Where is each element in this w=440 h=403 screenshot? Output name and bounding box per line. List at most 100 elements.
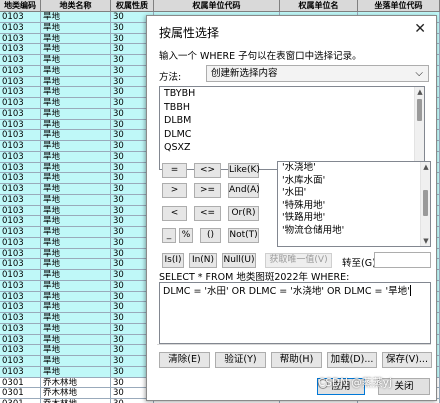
scroll-up-icon[interactable]: ▲	[421, 162, 430, 172]
or-button[interactable]: Or(R)	[228, 206, 259, 221]
scroll-up-icon[interactable]: ▲	[415, 87, 424, 97]
field-list[interactable]: TBYBHTBBHDLBMDLMCQSXZ ▲ ▼	[159, 86, 425, 170]
not-button[interactable]: Not(T)	[228, 228, 259, 243]
field-list-scrollbar[interactable]: ▲ ▼	[414, 87, 424, 169]
unique-value-item[interactable]: '物流仓储用地'	[278, 225, 430, 238]
operator-equals-button[interactable]: =	[162, 163, 187, 178]
in-button[interactable]: In(N)	[189, 253, 217, 268]
null-button[interactable]: Null(U)	[222, 253, 256, 268]
field-list-item[interactable]: TBBH	[160, 101, 424, 115]
column-header-qsdwdm[interactable]: 权属单位代码	[154, 0, 280, 12]
method-select-value: 创建新选择内容	[211, 68, 278, 79]
dlbm-cell: 0103	[0, 87, 41, 97]
column-header-dlbm[interactable]: 地类编码	[0, 0, 41, 12]
column-header-dlmc[interactable]: 地类名称	[41, 0, 111, 12]
dlbm-cell: 0103	[0, 151, 41, 162]
dlbm-cell: 0103	[0, 55, 41, 65]
unique-values-list[interactable]: '水浇地' '水库水面' '水田' '特殊用地' '铁路用地' '物流仓储用地' ▲ ▼	[277, 161, 431, 247]
underscore-button[interactable]: _	[162, 228, 176, 243]
unique-value-item[interactable]: '水浇地'	[278, 162, 430, 175]
operator-greater-button[interactable]: >	[162, 183, 187, 198]
like-button[interactable]: Like(K)	[228, 163, 260, 178]
dlmc-cell: 乔木林地	[41, 399, 111, 403]
dlbm-cell: 0103	[0, 12, 41, 22]
unique-value-item[interactable]: '水库水面'	[278, 175, 430, 188]
dlbm-cell: 0103	[0, 65, 41, 76]
values-list-scrollbar[interactable]: ▲ ▼	[420, 162, 430, 246]
dlmc-cell: 旱地	[41, 205, 111, 216]
dlmc-cell: 旱地	[41, 259, 111, 269]
parentheses-button[interactable]: ()	[200, 228, 221, 243]
dlbm-cell: 0103	[0, 259, 41, 269]
and-button[interactable]: And(A)	[228, 183, 260, 198]
is-button[interactable]: Is(I)	[162, 253, 184, 268]
operator-less-equal-button[interactable]: <=	[194, 206, 221, 221]
dlbm-cell: 0103	[0, 119, 41, 130]
field-list-item[interactable]: QSXZ	[160, 141, 424, 155]
unique-value-item[interactable]: '铁路用地'	[278, 212, 430, 225]
dlbm-cell: 0103	[0, 44, 41, 54]
field-list-item[interactable]: DLMC	[160, 128, 424, 142]
column-header-qsdwmc[interactable]: 权属单位名	[280, 0, 358, 12]
dlbm-cell: 0103	[0, 98, 41, 108]
select-by-attributes-dialog: 按属性选择 ✕ 输入一个 WHERE 子句以在表窗口中选择记录。 方法: 创建新…	[146, 15, 437, 401]
dlmc-cell: 旱地	[41, 345, 111, 355]
dlmc-cell: 旱地	[41, 151, 111, 162]
method-select[interactable]: 创建新选择内容 ⌵	[206, 65, 429, 82]
where-clause-textarea[interactable]: DLMC = '水田' OR DLMC = '水浇地' OR DLMC = '旱…	[159, 282, 431, 344]
save-button[interactable]: 保存(V)...	[382, 352, 432, 368]
help-button[interactable]: 帮助(H)	[271, 352, 322, 368]
column-header-zldwdm[interactable]: 坐落单位代码	[358, 0, 440, 12]
clear-button[interactable]: 清除(E)	[159, 352, 210, 368]
scroll-thumb[interactable]	[423, 190, 428, 216]
dlbm-cell: 0103	[0, 227, 41, 237]
scroll-down-icon[interactable]: ▼	[421, 236, 430, 246]
dlbm-cell: 0103	[0, 173, 41, 183]
dlbm-cell: 0301	[0, 399, 41, 403]
unique-value-item[interactable]: '水田'	[278, 187, 430, 200]
dlmc-cell: 旱地	[41, 98, 111, 108]
dlbm-cell: 0103	[0, 323, 41, 334]
dlmc-cell: 旱地	[41, 12, 111, 22]
column-header-qsxz[interactable]: 权属性质	[111, 0, 154, 12]
dlmc-cell: 旱地	[41, 237, 111, 248]
verify-button[interactable]: 验证(Y)	[215, 352, 266, 368]
operator-not-equal-button[interactable]: <>	[194, 163, 221, 178]
dlmc-cell: 旱地	[41, 313, 111, 323]
dlmc-cell: 旱地	[41, 119, 111, 130]
field-list-item[interactable]: TBYBH	[160, 87, 424, 101]
unique-value-item[interactable]: '特殊用地'	[278, 200, 430, 213]
dlbm-cell: 0103	[0, 270, 41, 280]
close-icon[interactable]: ✕	[414, 21, 426, 37]
dlmc-cell: 旱地	[41, 291, 111, 302]
dlbm-cell: 0301	[0, 388, 41, 398]
dlmc-cell: 旱地	[41, 65, 111, 76]
dlmc-cell: 旱地	[41, 227, 111, 237]
dlbm-cell: 0103	[0, 141, 41, 151]
dlmc-cell: 旱地	[41, 173, 111, 183]
field-list-item[interactable]: DLBM	[160, 114, 424, 128]
dlmc-cell: 旱地	[41, 216, 111, 226]
dlmc-cell: 旱地	[41, 184, 111, 194]
load-button[interactable]: 加载(D)...	[327, 352, 377, 368]
sql-prefix-label: SELECT * FROM 地类图斑2022年 WHERE:	[159, 272, 350, 283]
get-unique-values-button[interactable]: 获取唯一值(V)	[265, 253, 332, 268]
dialog-title: 按属性选择	[159, 26, 220, 40]
percent-button[interactable]: %	[179, 228, 193, 243]
dlmc-cell: 旱地	[41, 141, 111, 151]
dlmc-cell: 旱地	[41, 248, 111, 259]
dlbm-cell: 0103	[0, 366, 41, 377]
dlbm-cell: 0103	[0, 313, 41, 323]
dlbm-cell: 0103	[0, 216, 41, 226]
dlbm-cell: 0103	[0, 33, 41, 44]
dlmc-cell: 乔木林地	[41, 388, 111, 398]
watermark-text: CSDN @蒸蒸yj	[318, 377, 392, 389]
operator-greater-equal-button[interactable]: >=	[194, 183, 221, 198]
scroll-thumb[interactable]	[417, 99, 422, 121]
dlbm-cell: 0103	[0, 356, 41, 366]
goto-input[interactable]	[374, 252, 431, 268]
operator-less-button[interactable]: <	[162, 206, 187, 221]
method-label: 方法:	[159, 72, 182, 83]
dlmc-cell: 旱地	[41, 55, 111, 65]
dlmc-cell: 旱地	[41, 366, 111, 377]
